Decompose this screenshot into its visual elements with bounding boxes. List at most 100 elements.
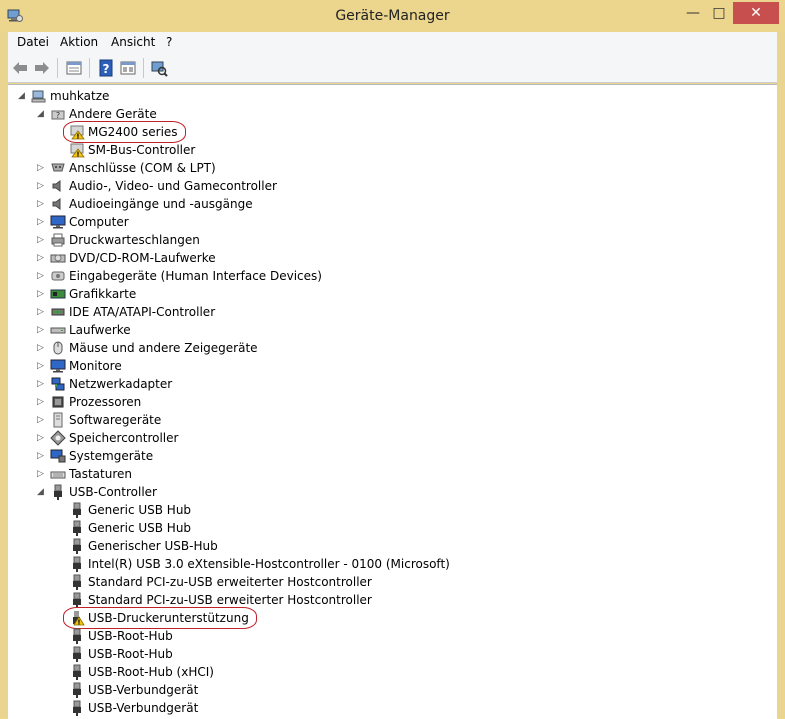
collapsed-triangle-icon[interactable]: ▷ [37,236,45,245]
tree-node[interactable]: Standard PCI-zu-USB erweiterter Hostcont… [8,573,777,591]
tree-node[interactable]: ◢ USB-Controller [8,483,777,501]
collapsed-triangle-icon[interactable]: ▷ [37,308,45,317]
expanded-triangle-icon[interactable]: ◢ [37,488,45,497]
highlight-ellipse [63,121,186,143]
tree-node-label: Monitore [69,359,122,373]
warning-device-icon: ! [70,143,85,158]
monitor-icon [50,215,66,229]
tree-node[interactable]: ! SM-Bus-Controller [8,141,777,159]
collapsed-triangle-icon[interactable]: ▷ [37,434,45,443]
tree-node[interactable]: ▷ Computer [8,213,777,231]
collapsed-triangle-icon[interactable]: ▷ [37,344,45,353]
collapsed-triangle-icon[interactable]: ▷ [37,326,45,335]
tree-node[interactable]: ! MG2400 series [8,121,777,143]
expanded-triangle-icon[interactable]: ◢ [37,110,45,119]
collapsed-triangle-icon[interactable]: ▷ [37,470,45,479]
toolbar: ? [8,54,777,83]
collapsed-triangle-icon[interactable]: ▷ [37,272,45,281]
collapsed-triangle-icon[interactable]: ▷ [37,182,45,191]
tree-node[interactable]: Generic USB Hub [8,501,777,519]
tree-node-label: USB-Controller [69,485,157,499]
tree-node[interactable]: ▷ Softwaregeräte [8,411,777,429]
tree-node[interactable]: USB-Root-Hub [8,645,777,663]
usb-plug-icon [73,538,81,554]
collapsed-triangle-icon[interactable]: ▷ [37,362,45,371]
tree-node[interactable]: USB-Verbundgerät [8,681,777,699]
expanded-triangle-icon[interactable]: ◢ [18,92,26,101]
tree-node[interactable]: ▷ Netzwerkadapter [8,375,777,393]
other-devices-icon: ? [51,110,65,120]
tree-node[interactable]: ▷ Audioeingänge und -ausgänge [8,195,777,213]
tree-node-label: Prozessoren [69,395,142,409]
tree-node-label: IDE ATA/ATAPI-Controller [69,305,216,319]
menu-datei[interactable]: Datei [17,35,49,49]
collapsed-triangle-icon[interactable]: ▷ [37,290,45,299]
tree-node[interactable]: USB-Root-Hub (xHCI) [8,663,777,681]
menu-ansicht[interactable]: Ansicht [111,35,155,49]
collapsed-triangle-icon[interactable]: ▷ [37,416,45,425]
tree-node[interactable]: ▷ Audio-, Video- und Gamecontroller [8,177,777,195]
tree-node[interactable]: Generischer USB-Hub [8,537,777,555]
tree-node[interactable]: USB-Root-Hub [8,627,777,645]
svg-text:?: ? [103,62,110,76]
scan-hardware-icon[interactable] [150,59,168,77]
tree-node[interactable]: Intel(R) USB 3.0 eXtensible-Hostcontroll… [8,555,777,573]
close-button[interactable]: ✕ [733,2,779,24]
tree-node-label: Generic USB Hub [88,521,192,535]
usb-plug-icon [73,502,81,518]
tree-node[interactable]: ◢ muhkatze [8,87,777,105]
tree-node[interactable]: ▷ Tastaturen [8,465,777,483]
collapsed-triangle-icon[interactable]: ▷ [37,398,45,407]
tree-node-label: Standard PCI-zu-USB erweiterter Hostcont… [88,593,372,607]
menu-aktion[interactable]: Aktion [60,35,98,49]
tree-node-label: Audioeingänge und -ausgänge [69,197,253,211]
tree-node[interactable]: ▷ Prozessoren [8,393,777,411]
usb-plug-icon [73,592,81,608]
tree-node[interactable]: ▷ Speichercontroller [8,429,777,447]
tree-node-label: Andere Geräte [69,107,157,121]
tree-node-label: SM-Bus-Controller [88,143,196,157]
tree-node-label: USB-Root-Hub (xHCI) [88,665,214,679]
printer-icon [51,233,65,247]
tree-node[interactable]: ! USB-Druckerunterstützung [8,607,777,629]
tree-node[interactable]: ▷ Systemgeräte [8,447,777,465]
usb-plug-icon [54,484,62,500]
tree-node[interactable]: ▷ Anschlüsse (COM & LPT) [8,159,777,177]
tree-node[interactable]: ▷ Eingabegeräte (Human Interface Devices) [8,267,777,285]
back-arrow-icon[interactable] [11,59,29,77]
menu-help[interactable]: ? [166,35,172,49]
collapsed-triangle-icon[interactable]: ▷ [37,200,45,209]
collapsed-triangle-icon[interactable]: ▷ [37,164,45,173]
speaker-icon [52,180,61,192]
tree-node-label: Computer [69,215,129,229]
tree-node[interactable]: ▷ Druckwarteschlangen [8,231,777,249]
collapsed-triangle-icon[interactable]: ▷ [37,254,45,263]
properties-grid-icon[interactable] [65,59,83,77]
tree-node[interactable]: USB-Verbundgerät [8,699,777,717]
tree-node-label: Standard PCI-zu-USB erweiterter Hostcont… [88,575,372,589]
highlight-ellipse [63,607,257,629]
forward-arrow-icon[interactable] [33,59,51,77]
hid-icon [51,271,65,281]
collapsed-triangle-icon[interactable]: ▷ [37,452,45,461]
collapsed-triangle-icon[interactable]: ▷ [37,218,45,227]
tree-node[interactable]: ▷ Laufwerke [8,321,777,339]
usb-plug-icon [73,700,81,716]
tree-node[interactable]: ▷ IDE ATA/ATAPI-Controller [8,303,777,321]
tree-node[interactable]: ▷ Grafikkarte [8,285,777,303]
software-device-icon [53,412,63,428]
tree-node[interactable]: Generic USB Hub [8,519,777,537]
tree-node-label: Eingabegeräte (Human Interface Devices) [69,269,322,283]
tree-node[interactable]: ▷ Mäuse und andere Zeigegeräte [8,339,777,357]
device-tree[interactable]: ◢ muhkatze ◢? Andere Geräte! MG2400 series! S… [8,84,777,719]
maximize-button[interactable]: □ [706,2,732,24]
update-driver-icon[interactable] [119,59,137,77]
tree-node[interactable]: ▷ Monitore [8,357,777,375]
collapsed-triangle-icon[interactable]: ▷ [37,380,45,389]
title-bar[interactable]: Geräte-Manager — □ ✕ [0,0,785,32]
tree-node[interactable]: ▷ DVD/CD-ROM-Laufwerke [8,249,777,267]
toolbar-separator [89,58,90,78]
help-book-icon[interactable]: ? [97,59,115,77]
minimize-button[interactable]: — [680,2,706,24]
processor-icon [52,396,64,408]
